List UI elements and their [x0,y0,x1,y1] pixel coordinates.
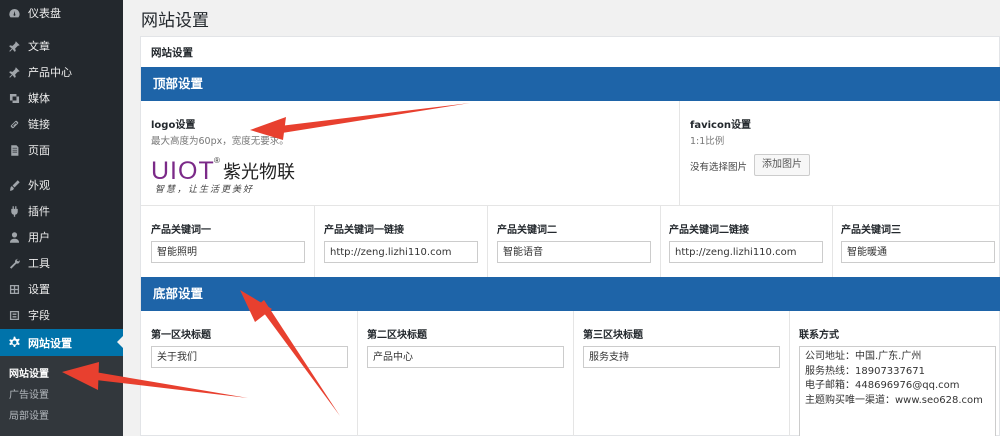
divider [357,311,358,436]
block3-title-label: 第三区块标题 [583,330,643,341]
keyword3-input[interactable]: 智能暖通 [841,241,995,263]
dashboard-icon [0,7,28,20]
block1-title-label: 第一区块标题 [151,330,211,341]
brush-icon [0,179,28,192]
keyword2-link-input[interactable]: http://zeng.lizhi110.com [669,241,823,263]
contact-label: 联系方式 [799,330,839,341]
admin-sidebar: 仪表盘 文章 产品中心 媒体 链接 页面 外观 插件 用户 工具 设置 字段 网… [0,0,123,436]
submenu: 网站设置 广告设置 局部设置 [0,356,123,436]
sidebar-item-tools[interactable]: 工具 [0,250,123,276]
divider [832,205,833,277]
favicon-no-image-text: 没有选择图片 [690,162,748,173]
sidebar-item-label: 外观 [28,179,50,192]
block3-title-input[interactable]: 服务支持 [583,346,780,368]
divider [660,205,661,277]
keyword1-link-input[interactable]: http://zeng.lizhi110.com [324,241,478,263]
sidebar-item-label: 设置 [28,283,50,296]
keyword2-input[interactable]: 智能语音 [497,241,651,263]
sidebar-item-dashboard[interactable]: 仪表盘 [0,0,123,26]
contact-textarea[interactable]: 公司地址：中国.广东.广州 服务热线：18907337671 电子邮箱：4486… [799,346,996,436]
keyword3-label: 产品关键词三 [841,225,901,236]
submenu-item-site-settings[interactable]: 网站设置 [9,365,49,380]
divider [314,205,315,277]
divider [679,101,680,205]
sidebar-item-pages[interactable]: 页面 [0,137,123,163]
logo-description: 最大高度为60px，宽度无要求。 [151,136,289,147]
sidebar-item-label: 字段 [28,309,50,322]
sidebar-item-plugins[interactable]: 插件 [0,198,123,224]
sidebar-item-posts[interactable]: 文章 [0,33,123,59]
link-icon [0,118,28,131]
favicon-label: favicon设置 [690,120,751,131]
divider [573,311,574,436]
sidebar-item-media[interactable]: 媒体 [0,85,123,111]
plugin-icon [0,205,28,218]
sidebar-item-label: 页面 [28,144,50,157]
sidebar-item-label: 网站设置 [28,336,72,350]
logo-brand-cn: 紫光物联 [223,162,295,183]
sidebar-item-label: 插件 [28,205,50,218]
sidebar-item-label: 文章 [28,40,50,53]
gear-icon [0,336,28,349]
sidebar-item-label: 链接 [28,118,50,131]
sidebar-item-label: 用户 [28,231,50,244]
wrench-icon [0,257,28,270]
divider [789,311,790,436]
block1-title-input[interactable]: 关于我们 [151,346,348,368]
section-header-top: 顶部设置 [141,67,1000,101]
sidebar-item-label: 仪表盘 [28,7,61,20]
logo-brand-text: UIOT [151,157,215,185]
block2-title-input[interactable]: 产品中心 [367,346,564,368]
logo-image[interactable]: UIOT ® 紫光物联 智慧，让生活更美好 [151,153,313,195]
logo-slogan: 智慧，让生活更美好 [155,184,254,195]
sidebar-item-label: 工具 [28,257,50,270]
media-icon [0,92,28,105]
logo-registered-mark: ® [214,156,220,165]
sidebar-item-label: 产品中心 [28,66,72,79]
panel-title: 网站设置 [151,47,193,59]
divider [141,205,1000,206]
add-image-button[interactable]: 添加图片 [754,154,810,176]
user-icon [0,231,28,244]
sidebar-item-products[interactable]: 产品中心 [0,59,123,85]
sidebar-item-settings[interactable]: 设置 [0,276,123,302]
settings-panel: 网站设置 顶部设置 logo设置 最大高度为60px，宽度无要求。 UIOT ®… [140,36,1000,436]
logo-label: logo设置 [151,120,196,131]
sidebar-item-label: 媒体 [28,92,50,105]
fields-icon [0,309,28,322]
block2-title-label: 第二区块标题 [367,330,427,341]
keyword2-link-label: 产品关键词二链接 [669,225,749,236]
submenu-item-local-settings[interactable]: 局部设置 [9,407,49,422]
keyword1-input[interactable]: 智能照明 [151,241,305,263]
pin-icon [0,40,28,53]
sidebar-item-users[interactable]: 用户 [0,224,123,250]
sidebar-item-appearance[interactable]: 外观 [0,172,123,198]
sidebar-item-site-settings[interactable]: 网站设置 [0,329,123,356]
submenu-item-ad-settings[interactable]: 广告设置 [9,386,49,401]
page-title: 网站设置 [141,11,209,31]
sidebar-item-links[interactable]: 链接 [0,111,123,137]
keyword1-label: 产品关键词一 [151,225,211,236]
favicon-description: 1:1比例 [690,136,725,147]
keyword1-link-label: 产品关键词一链接 [324,225,404,236]
keyword2-label: 产品关键词二 [497,225,557,236]
section-header-bottom: 底部设置 [141,277,1000,311]
active-indicator [117,336,123,348]
page-icon [0,144,28,157]
divider [487,205,488,277]
settings-icon [0,283,28,296]
pin-icon [0,66,28,79]
sidebar-item-fields[interactable]: 字段 [0,302,123,328]
